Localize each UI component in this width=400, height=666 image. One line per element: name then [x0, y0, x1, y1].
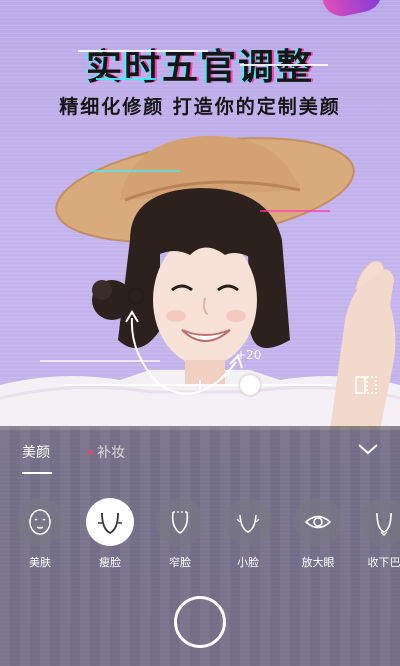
- tool-enlarge-eye-button[interactable]: 放大眼: [288, 498, 348, 570]
- adjustment-guide-arrows: [125, 310, 243, 395]
- face-slim-icon: [86, 498, 134, 546]
- shutter-button[interactable]: [174, 596, 226, 648]
- beauty-tools-row: 美肤 瘦脸 窄脸 小脸 放大眼 收下巴: [0, 498, 400, 578]
- tab-makeup[interactable]: 补妆: [88, 442, 125, 462]
- tool-label: 收下巴: [367, 556, 400, 569]
- active-tab-indicator: [22, 472, 52, 474]
- glitch-line: [78, 50, 208, 52]
- promo-headline: 实时五官调整: [85, 47, 314, 88]
- chevron-down-icon[interactable]: [356, 440, 380, 458]
- face-small-icon: [224, 498, 272, 546]
- adjust-value-label: +20: [236, 348, 262, 362]
- face-narrow-icon: [156, 498, 204, 546]
- face-skin-icon: [16, 498, 64, 546]
- tab-makeup-label: 补妆: [97, 445, 125, 461]
- app-screen: 实时五官调整 精细化修颜 打造你的定制美颜 +20 美颜 补妆 美肤 瘦脸 窄脸…: [0, 0, 400, 666]
- tool-label: 瘦脸: [99, 556, 121, 569]
- new-dot-icon: [88, 449, 93, 455]
- promo-subheadline: 精细化修颜 打造你的定制美颜: [59, 96, 341, 118]
- tool-slim-face-button[interactable]: 瘦脸: [80, 498, 140, 570]
- glitch-line: [96, 78, 156, 80]
- chin-icon: [360, 498, 400, 546]
- eye-enlarge-icon: [294, 498, 342, 546]
- tool-narrow-face-button[interactable]: 窄脸: [150, 498, 210, 570]
- intensity-slider-track[interactable]: [64, 384, 332, 386]
- slider-origin-mark: [199, 380, 201, 390]
- tool-skin-button[interactable]: 美肤: [10, 498, 70, 570]
- compare-icon[interactable]: [354, 374, 378, 396]
- tool-label: 窄脸: [169, 556, 191, 569]
- intensity-slider-knob[interactable]: [240, 375, 260, 395]
- glitch-line: [240, 64, 328, 66]
- tool-label: 放大眼: [301, 556, 335, 569]
- tool-small-face-button[interactable]: 小脸: [218, 498, 278, 570]
- tool-label: 小脸: [237, 556, 259, 569]
- tab-beauty[interactable]: 美颜: [22, 442, 50, 462]
- tool-label: 美肤: [29, 556, 51, 569]
- tool-chin-button[interactable]: 收下巴: [354, 498, 400, 570]
